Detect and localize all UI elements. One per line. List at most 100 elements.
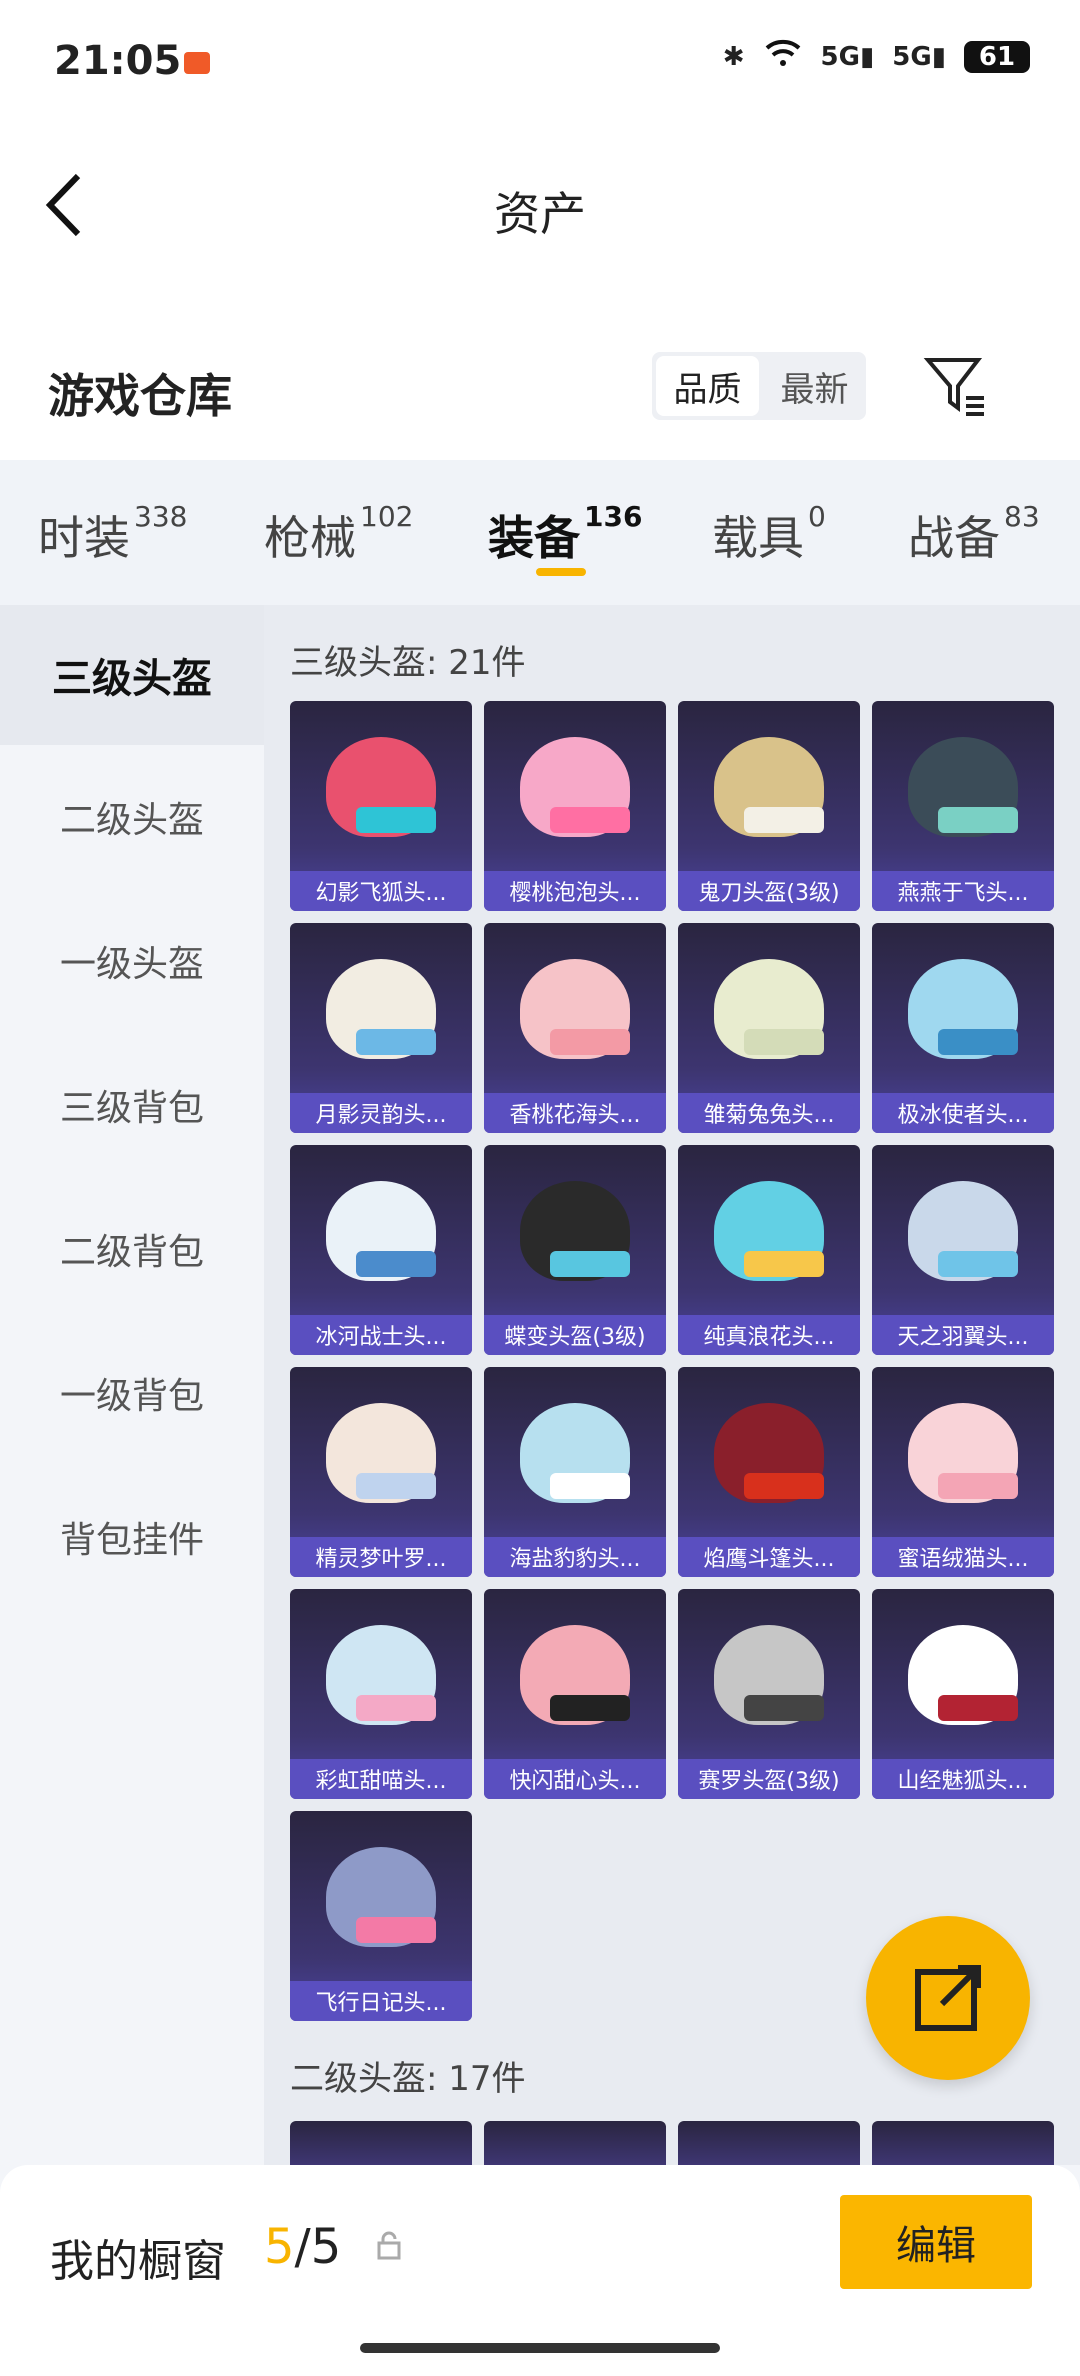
item-label: 飞行日记头... bbox=[290, 1981, 472, 2021]
share-button[interactable] bbox=[866, 1916, 1030, 2080]
wifi-icon bbox=[763, 38, 803, 75]
helmet-icon bbox=[714, 1625, 824, 1725]
item-card[interactable]: 冰河战士头... bbox=[290, 1145, 472, 1355]
helmet-icon bbox=[326, 1403, 436, 1503]
warehouse-header: 游戏仓库 品质 最新 bbox=[0, 290, 1080, 460]
item-label: 海盐豹豹头... bbox=[484, 1537, 666, 1577]
item-card[interactable]: 海盐豹豹头... bbox=[484, 1367, 666, 1577]
item-card[interactable]: 蜜语绒猫头... bbox=[872, 1367, 1054, 1577]
tab-guns[interactable]: 枪械 102 bbox=[264, 500, 413, 568]
item-label: 蝶变头盔(3级) bbox=[484, 1315, 666, 1355]
showcase-count: 5/5 bbox=[264, 2219, 342, 2275]
visor-shape bbox=[550, 1695, 630, 1721]
helmet-icon bbox=[326, 1847, 436, 1947]
item-label: 精灵梦叶罗... bbox=[290, 1537, 472, 1577]
side-item-level2-helmet[interactable]: 二级头盔 bbox=[0, 747, 264, 887]
item-label: 焰鹰斗篷头... bbox=[678, 1537, 860, 1577]
item-card[interactable]: 幻影飞狐头... bbox=[290, 701, 472, 911]
item-card-partial[interactable] bbox=[484, 2121, 666, 2165]
helmet-icon bbox=[714, 1403, 824, 1503]
helmet-icon bbox=[520, 959, 630, 1059]
item-card-partial[interactable] bbox=[678, 2121, 860, 2165]
item-label: 鬼刀头盔(3级) bbox=[678, 871, 860, 911]
tab-fashion[interactable]: 时装 338 bbox=[38, 500, 187, 568]
visor-shape bbox=[550, 1029, 630, 1055]
warehouse-title: 游戏仓库 bbox=[48, 369, 232, 423]
tab-gear[interactable]: 战备 83 bbox=[908, 500, 1040, 568]
battery-icon: 61 bbox=[964, 40, 1030, 73]
side-item-level1-helmet[interactable]: 一级头盔 bbox=[0, 891, 264, 1031]
item-label: 赛罗头盔(3级) bbox=[678, 1759, 860, 1799]
lock-icon bbox=[376, 2231, 402, 2261]
item-label: 月影灵韵头... bbox=[290, 1093, 472, 1133]
section-title-level2: 二级头盔: 17件 bbox=[290, 2059, 526, 2099]
visor-shape bbox=[744, 1029, 824, 1055]
edit-button[interactable]: 编辑 bbox=[840, 2195, 1032, 2289]
app-notification-icon bbox=[184, 52, 210, 74]
helmet-icon bbox=[714, 1181, 824, 1281]
helmet-icon bbox=[908, 1403, 1018, 1503]
item-card[interactable]: 月影灵韵头... bbox=[290, 923, 472, 1133]
visor-shape bbox=[356, 1251, 436, 1277]
signal-icon-2: 5G▮ bbox=[892, 41, 946, 72]
bluetooth-icon: ✱ bbox=[722, 41, 745, 72]
item-label: 山经魅狐头... bbox=[872, 1759, 1054, 1799]
helmet-icon bbox=[520, 1403, 630, 1503]
item-card-partial[interactable] bbox=[872, 2121, 1054, 2165]
visor-shape bbox=[938, 1695, 1018, 1721]
status-bar: 21:05 ✱ 5G▮ 5G▮ 61 bbox=[0, 0, 1080, 120]
category-tabs: 时装 338 枪械 102 装备 136 载具 0 战备 83 bbox=[0, 460, 1080, 605]
helmet-icon bbox=[520, 737, 630, 837]
visor-shape bbox=[550, 1473, 630, 1499]
top-bar: 资产 bbox=[0, 120, 1080, 290]
visor-shape bbox=[938, 1029, 1018, 1055]
sort-quality[interactable]: 品质 bbox=[656, 356, 759, 416]
side-item-level1-backpack[interactable]: 一级背包 bbox=[0, 1323, 264, 1463]
item-label: 蜜语绒猫头... bbox=[872, 1537, 1054, 1577]
visor-shape bbox=[744, 1251, 824, 1277]
helmet-icon bbox=[326, 1625, 436, 1725]
item-card[interactable]: 纯真浪花头... bbox=[678, 1145, 860, 1355]
helmet-icon bbox=[326, 1181, 436, 1281]
item-card[interactable]: 焰鹰斗篷头... bbox=[678, 1367, 860, 1577]
visor-shape bbox=[938, 1473, 1018, 1499]
item-card[interactable]: 蝶变头盔(3级) bbox=[484, 1145, 666, 1355]
item-card[interactable]: 快闪甜心头... bbox=[484, 1589, 666, 1799]
helmet-icon bbox=[908, 737, 1018, 837]
filter-button[interactable] bbox=[920, 350, 990, 420]
item-label: 香桃花海头... bbox=[484, 1093, 666, 1133]
item-card-partial[interactable] bbox=[290, 2121, 472, 2165]
item-card[interactable]: 彩虹甜喵头... bbox=[290, 1589, 472, 1799]
helmet-icon bbox=[908, 1625, 1018, 1725]
visor-shape bbox=[550, 1251, 630, 1277]
item-card[interactable]: 精灵梦叶罗... bbox=[290, 1367, 472, 1577]
side-item-level3-backpack[interactable]: 三级背包 bbox=[0, 1035, 264, 1175]
tab-equipment[interactable]: 装备 136 bbox=[488, 500, 642, 568]
helmet-icon bbox=[520, 1181, 630, 1281]
item-label: 樱桃泡泡头... bbox=[484, 871, 666, 911]
item-card[interactable]: 山经魅狐头... bbox=[872, 1589, 1054, 1799]
item-card[interactable]: 飞行日记头... bbox=[290, 1811, 472, 2021]
page-title: 资产 bbox=[494, 187, 586, 241]
item-label: 极冰使者头... bbox=[872, 1093, 1054, 1133]
tab-vehicles[interactable]: 载具 0 bbox=[712, 500, 826, 568]
side-item-level3-helmet[interactable]: 三级头盔 bbox=[0, 605, 264, 745]
helmet-icon bbox=[908, 1181, 1018, 1281]
visor-shape bbox=[356, 1695, 436, 1721]
item-card[interactable]: 赛罗头盔(3级) bbox=[678, 1589, 860, 1799]
item-card[interactable]: 燕燕于飞头... bbox=[872, 701, 1054, 911]
showcase-label: 我的橱窗 bbox=[50, 2236, 226, 2287]
item-card[interactable]: 天之羽翼头... bbox=[872, 1145, 1054, 1355]
item-card[interactable]: 雏菊兔兔头... bbox=[678, 923, 860, 1133]
share-icon bbox=[915, 1965, 981, 2031]
item-card[interactable]: 极冰使者头... bbox=[872, 923, 1054, 1133]
visor-shape bbox=[938, 1251, 1018, 1277]
sort-newest[interactable]: 最新 bbox=[763, 352, 866, 420]
side-item-level2-backpack[interactable]: 二级背包 bbox=[0, 1179, 264, 1319]
item-label: 快闪甜心头... bbox=[484, 1759, 666, 1799]
section-title-level3: 三级头盔: 21件 bbox=[290, 643, 526, 683]
item-card[interactable]: 樱桃泡泡头... bbox=[484, 701, 666, 911]
item-card[interactable]: 香桃花海头... bbox=[484, 923, 666, 1133]
item-card[interactable]: 鬼刀头盔(3级) bbox=[678, 701, 860, 911]
side-item-backpack-pendant[interactable]: 背包挂件 bbox=[0, 1467, 264, 1607]
